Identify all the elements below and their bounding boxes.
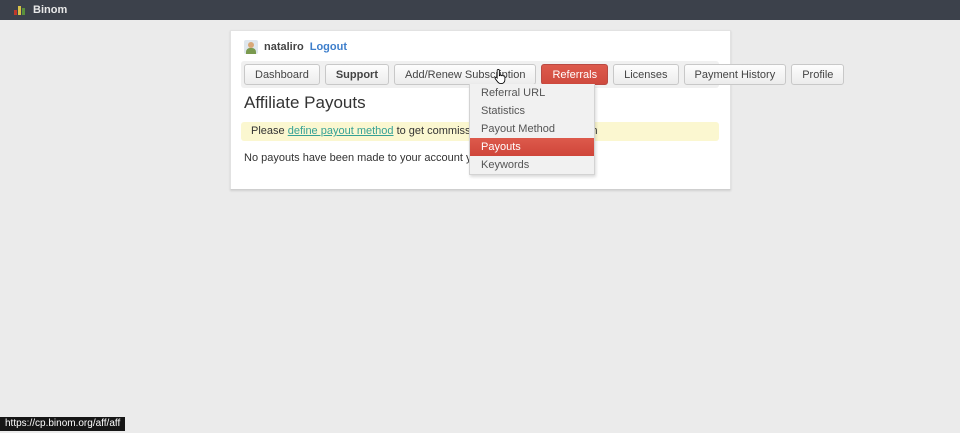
top-bar: Binom — [0, 0, 960, 20]
tab-licenses[interactable]: Licenses — [613, 64, 678, 85]
alert-text-prefix: Please — [251, 125, 288, 137]
tab-profile[interactable]: Profile — [791, 64, 844, 85]
define-payout-method-link[interactable]: define payout method — [288, 125, 394, 137]
menu-item-statistics[interactable]: Statistics — [470, 102, 594, 120]
page-title: Affiliate Payouts — [244, 93, 366, 113]
brand-label: Binom — [33, 4, 67, 16]
tab-referrals[interactable]: Referrals — [541, 64, 608, 85]
empty-payouts-message: No payouts have been made to your accoun… — [244, 152, 481, 164]
bar-chart-icon — [14, 6, 25, 15]
logout-link[interactable]: Logout — [310, 41, 347, 53]
user-row: nataliro Logout — [244, 39, 347, 55]
referrals-dropdown-menu: Referral URL Statistics Payout Method Pa… — [469, 84, 595, 175]
tab-payment-history[interactable]: Payment History — [684, 64, 787, 85]
username: nataliro — [264, 41, 304, 53]
user-avatar-icon — [244, 40, 258, 54]
tab-add-renew-subscription[interactable]: Add/Renew Subscription — [394, 64, 536, 85]
menu-item-payouts[interactable]: Payouts — [470, 138, 594, 156]
menu-item-referral-url[interactable]: Referral URL — [470, 84, 594, 102]
menu-item-keywords[interactable]: Keywords — [470, 156, 594, 174]
status-url-bar: https://cp.binom.org/aff/aff — [0, 417, 125, 431]
tab-dashboard[interactable]: Dashboard — [244, 64, 320, 85]
tab-support[interactable]: Support — [325, 64, 389, 85]
menu-item-payout-method[interactable]: Payout Method — [470, 120, 594, 138]
